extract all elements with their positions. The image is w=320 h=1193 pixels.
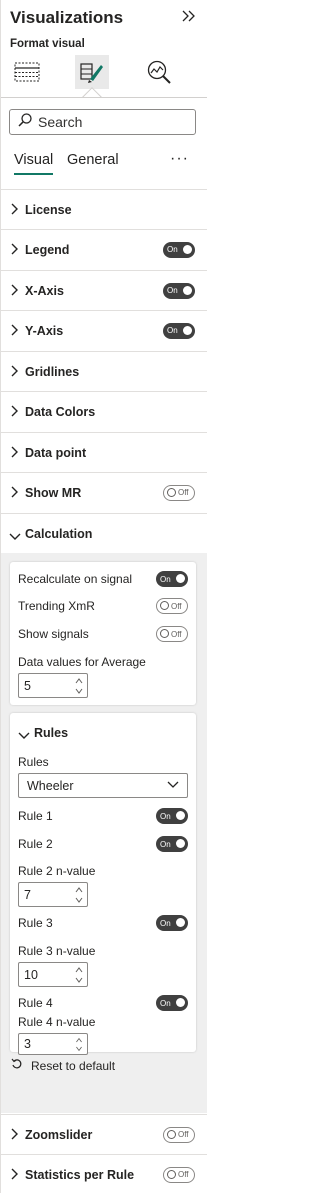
search-box[interactable] [9, 109, 196, 135]
stepper-arrows-icon [76, 1037, 82, 1052]
average-label: Data values for Average [18, 655, 146, 669]
section-show-mr[interactable]: Show MR Off [1, 472, 207, 512]
stepper-arrows-icon [75, 967, 83, 983]
rule3-n-stepper[interactable]: 10 [18, 962, 88, 987]
rule2-label: Rule 2 [18, 837, 53, 851]
section-data-colors[interactable]: Data Colors [1, 391, 207, 431]
section-label: Calculation [25, 526, 93, 541]
section-legend[interactable]: Legend On [1, 229, 207, 269]
rule3-toggle[interactable]: On [156, 915, 188, 931]
rule3-label: Rule 3 [18, 916, 53, 930]
stepper-arrows-icon [75, 887, 83, 903]
rules-header[interactable]: Rules [34, 726, 68, 740]
section-gridlines[interactable]: Gridlines [1, 351, 207, 391]
tab-general[interactable]: General [67, 152, 119, 168]
section-label: Show MR [25, 485, 82, 500]
rule2-n-stepper[interactable]: 7 [18, 882, 88, 907]
chevron-right-icon [10, 364, 18, 382]
chevron-right-icon [10, 445, 18, 463]
rule1-label: Rule 1 [18, 809, 53, 823]
statistics-per-rule-toggle[interactable]: Off [163, 1166, 195, 1183]
rule2-toggle[interactable]: On [156, 836, 188, 852]
show-signals-toggle[interactable]: Off [156, 626, 188, 642]
section-label: X-Axis [25, 283, 64, 298]
average-stepper[interactable]: 5 [18, 673, 88, 698]
chevron-right-icon [10, 1127, 18, 1145]
section-x-axis[interactable]: X-Axis On [1, 270, 207, 310]
rule4-toggle[interactable]: On [156, 995, 188, 1011]
section-statistics-per-rule[interactable]: Statistics per Rule Off [1, 1154, 207, 1193]
analytics-icon[interactable] [142, 55, 176, 89]
reset-icon [11, 1058, 23, 1073]
format-paintbrush-icon[interactable] [75, 55, 109, 89]
reset-to-default-button[interactable]: Reset to default [11, 1058, 115, 1073]
rules-dropdown[interactable]: Wheeler [18, 773, 188, 798]
rule3-n-label: Rule 3 n-value [18, 944, 96, 958]
format-tabs: Visual General ··· [1, 148, 207, 178]
format-visual-label: Format visual [10, 38, 85, 50]
rule1-toggle[interactable]: On [156, 808, 188, 824]
show-signals-label: Show signals [18, 627, 89, 641]
pane-title: Visualizations [10, 8, 124, 27]
y-axis-toggle[interactable]: On [163, 322, 195, 339]
rule4-n-stepper[interactable]: 3 [18, 1033, 88, 1055]
section-label: Data point [25, 445, 87, 460]
rules-dropdown-label: Rules [18, 755, 49, 769]
trending-xmr-toggle[interactable]: Off [156, 598, 188, 614]
recalculate-label: Recalculate on signal [18, 572, 133, 586]
visualizations-pane: Visualizations Format visual Search Visu… [0, 0, 207, 1193]
calculation-card: Recalculate on signal On Trending XmR Of… [10, 562, 196, 705]
recalculate-toggle[interactable]: On [156, 571, 188, 587]
trending-xmr-label: Trending XmR [18, 599, 95, 613]
pane-header: Visualizations Format visual [1, 0, 207, 107]
section-label: License [25, 202, 72, 217]
collapse-pane-icon[interactable] [182, 9, 196, 26]
rule4-n-label: Rule 4 n-value [18, 1015, 96, 1029]
search-icon [18, 112, 32, 132]
chevron-right-icon [10, 404, 18, 422]
rule4-label: Rule 4 [18, 996, 53, 1010]
zoomslider-toggle[interactable]: Off [163, 1126, 195, 1143]
chevron-down-icon [9, 528, 21, 546]
chevron-down-icon [167, 781, 179, 788]
show-mr-toggle[interactable]: Off [163, 484, 195, 501]
section-data-point[interactable]: Data point [1, 432, 207, 472]
section-zoomslider[interactable]: Zoomslider Off [1, 1114, 207, 1154]
chevron-right-icon [10, 1167, 18, 1185]
chevron-right-icon [10, 242, 18, 260]
reset-label: Reset to default [31, 1058, 116, 1073]
section-label: Data Colors [25, 404, 96, 419]
tab-visual[interactable]: Visual [14, 152, 54, 175]
section-y-axis[interactable]: Y-Axis On [1, 310, 207, 350]
chevron-right-icon [10, 283, 18, 301]
chevron-right-icon [10, 323, 18, 341]
section-label: Statistics per Rule [25, 1167, 135, 1182]
stepper-arrows-icon [75, 678, 83, 694]
section-calculation[interactable]: Calculation [1, 513, 207, 553]
rule2-n-label: Rule 2 n-value [18, 864, 96, 878]
section-label: Legend [25, 242, 70, 257]
section-license[interactable]: License [1, 189, 207, 229]
x-axis-toggle[interactable]: On [163, 282, 195, 299]
search-input[interactable] [38, 114, 188, 130]
header-divider [1, 97, 207, 98]
chevron-right-icon [10, 485, 18, 503]
section-label: Zoomslider [25, 1127, 93, 1142]
legend-toggle[interactable]: On [163, 241, 195, 258]
more-options-icon[interactable]: ··· [170, 150, 189, 168]
chevron-right-icon [10, 202, 18, 220]
section-label: Gridlines [25, 364, 80, 379]
rules-card: Rules Rules Wheeler Rule 1 On Rule 2 On … [10, 713, 196, 1055]
chevron-down-icon[interactable] [18, 727, 30, 745]
section-label: Y-Axis [25, 323, 64, 338]
table-icon[interactable] [10, 55, 44, 89]
